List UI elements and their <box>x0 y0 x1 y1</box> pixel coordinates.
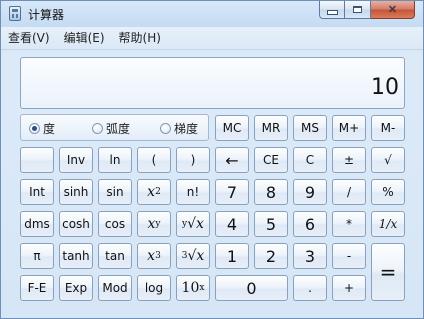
cube-button[interactable]: x3 <box>137 243 171 269</box>
menu-view[interactable]: 查看(V) <box>1 27 57 49</box>
menu-help[interactable]: 帮助(H) <box>112 27 168 49</box>
radio-radians[interactable]: 弧度 <box>92 120 130 136</box>
power-button[interactable]: xy <box>137 211 171 237</box>
inv-button[interactable]: Inv <box>59 147 93 173</box>
exp-button[interactable]: Exp <box>59 275 93 301</box>
yth-root-radicand: x <box>196 216 204 232</box>
radio-degrees-dot[interactable] <box>29 122 40 134</box>
blank-button[interactable] <box>20 147 54 173</box>
digit-0-button[interactable]: 0 <box>215 275 288 301</box>
equals-button[interactable]: = <box>371 243 405 301</box>
ten-power-base: 10 <box>181 280 200 296</box>
tanh-button[interactable]: tanh <box>59 243 93 269</box>
digit-2-button[interactable]: 2 <box>254 243 288 269</box>
minimize-icon <box>320 1 344 18</box>
calculator-window: 计算器 ✕ 查看(V) 编辑(E) 帮助(H) 10 度 弧度 梯度 MC MR… <box>0 0 424 319</box>
percent-button[interactable]: % <box>371 179 405 205</box>
maximize-button[interactable] <box>345 1 371 19</box>
mod-button[interactable]: Mod <box>98 275 132 301</box>
square-base: x <box>147 184 156 200</box>
digit-1-button[interactable]: 1 <box>215 243 249 269</box>
log-button[interactable]: log <box>137 275 171 301</box>
radio-gradians[interactable]: 梯度 <box>160 120 198 136</box>
digit-8-button[interactable]: 8 <box>254 179 288 205</box>
title-bar[interactable]: 计算器 ✕ <box>1 1 423 27</box>
menu-edit[interactable]: 编辑(E) <box>57 27 112 49</box>
pi-button[interactable]: π <box>20 243 54 269</box>
reciprocal-button[interactable]: 1/x <box>371 211 405 237</box>
result-display: 10 <box>20 57 405 109</box>
right-paren-button[interactable]: ) <box>176 147 210 173</box>
m-minus-button[interactable]: M- <box>371 115 405 141</box>
backspace-button[interactable]: ← <box>215 147 249 173</box>
cos-button[interactable]: cos <box>98 211 132 237</box>
yth-root-button[interactable]: y √ x <box>176 211 210 237</box>
digit-9-button[interactable]: 9 <box>293 179 327 205</box>
backspace-icon: ← <box>225 150 239 170</box>
angle-unit-group: 度 弧度 梯度 <box>20 114 209 141</box>
cosh-button[interactable]: cosh <box>59 211 93 237</box>
caption-buttons: ✕ <box>319 1 415 20</box>
tan-button[interactable]: tan <box>98 243 132 269</box>
c-button[interactable]: C <box>293 147 327 173</box>
m-plus-button[interactable]: M+ <box>332 115 366 141</box>
window-title: 计算器 <box>28 8 65 22</box>
add-button[interactable]: + <box>332 275 366 301</box>
cube-root-symbol: √ <box>187 248 197 264</box>
menu-bar: 查看(V) 编辑(E) 帮助(H) <box>1 27 423 50</box>
decimal-button[interactable]: . <box>293 275 327 301</box>
display-value: 10 <box>371 75 399 100</box>
multiply-button[interactable]: * <box>332 211 366 237</box>
radio-radians-dot[interactable] <box>92 122 103 134</box>
digit-4-button[interactable]: 4 <box>215 211 249 237</box>
left-paren-button[interactable]: ( <box>137 147 171 173</box>
ce-button[interactable]: CE <box>254 147 288 173</box>
mc-button[interactable]: MC <box>215 115 249 141</box>
cube-root-button[interactable]: 3 √ x <box>176 243 210 269</box>
radio-degrees[interactable]: 度 <box>29 120 55 136</box>
sinh-button[interactable]: sinh <box>59 179 93 205</box>
digit-5-button[interactable]: 5 <box>254 211 288 237</box>
divide-button[interactable]: / <box>332 179 366 205</box>
yth-root-symbol: √ <box>187 216 197 232</box>
ms-button[interactable]: MS <box>293 115 327 141</box>
dms-button[interactable]: dms <box>20 211 54 237</box>
ln-button[interactable]: ln <box>98 147 132 173</box>
sqrt-button[interactable]: √ <box>371 147 405 173</box>
sin-button[interactable]: sin <box>98 179 132 205</box>
digit-6-button[interactable]: 6 <box>293 211 327 237</box>
close-button[interactable]: ✕ <box>371 1 415 19</box>
calculator-icon <box>9 6 21 21</box>
maximize-icon <box>345 1 370 18</box>
radio-radians-label: 弧度 <box>106 121 131 136</box>
mr-button[interactable]: MR <box>254 115 288 141</box>
radio-degrees-label: 度 <box>43 121 56 136</box>
cube-base: x <box>147 248 156 264</box>
minimize-button[interactable] <box>319 1 345 19</box>
digit-3-button[interactable]: 3 <box>293 243 327 269</box>
int-button[interactable]: Int <box>20 179 54 205</box>
ten-power-button[interactable]: 10 x <box>176 275 210 301</box>
cube-root-radicand: x <box>196 248 205 264</box>
subtract-button[interactable]: - <box>332 243 366 269</box>
square-button[interactable]: x2 <box>137 179 171 205</box>
digit-7-button[interactable]: 7 <box>215 179 249 205</box>
factorial-button[interactable]: n! <box>176 179 210 205</box>
radio-gradians-dot[interactable] <box>160 122 171 134</box>
plus-minus-button[interactable]: ± <box>332 147 366 173</box>
radio-gradians-label: 梯度 <box>174 121 199 136</box>
fe-button[interactable]: F-E <box>20 275 54 301</box>
close-icon: ✕ <box>387 3 398 16</box>
